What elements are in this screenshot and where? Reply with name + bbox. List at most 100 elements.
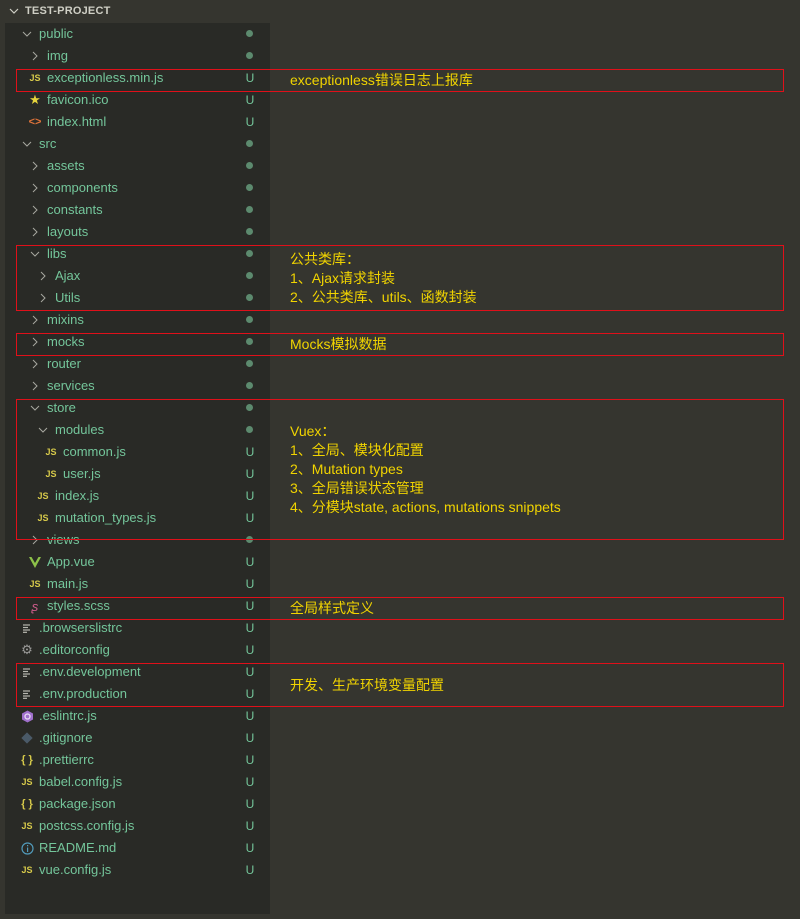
item-name: vue.config.js xyxy=(39,862,112,877)
untracked-status-badge: U xyxy=(245,709,255,723)
star-icon: ★ xyxy=(29,92,41,107)
modified-dot-indicator xyxy=(246,184,253,191)
folder-item[interactable]: router xyxy=(5,353,270,375)
annotation-line: 2、公共类库、utils、函数封装 xyxy=(290,288,477,305)
eslint-icon xyxy=(20,705,34,727)
annotation-note-env: 开发、生产环境变量配置 xyxy=(290,676,444,695)
item-name: .editorconfig xyxy=(39,642,110,657)
annotation-box-styles xyxy=(16,597,784,620)
folder-item[interactable]: assets xyxy=(5,155,270,177)
file-item[interactable]: .eslintrc.js U xyxy=(5,705,270,727)
braces-icon: { } xyxy=(21,754,33,766)
chevron-right-icon[interactable] xyxy=(28,309,42,331)
braces-icon: { } xyxy=(21,798,33,810)
modified-dot-indicator xyxy=(246,162,253,169)
chevron-right-icon[interactable] xyxy=(28,375,42,397)
item-name: .browserslistrc xyxy=(39,620,123,635)
js-icon: JS xyxy=(21,865,33,875)
untracked-status-badge: U xyxy=(245,93,255,107)
annotation-note-styles: 全局样式定义 xyxy=(290,599,374,618)
modified-dot-indicator xyxy=(246,316,253,323)
untracked-status-badge: U xyxy=(245,621,255,635)
modified-dot-indicator xyxy=(246,206,253,213)
untracked-status-badge: U xyxy=(245,555,255,569)
explorer-header[interactable]: TEST-PROJECT xyxy=(0,0,800,22)
chevron-right-icon[interactable] xyxy=(28,353,42,375)
file-item[interactable]: JS vue.config.js U xyxy=(5,859,270,881)
modified-dot-indicator xyxy=(246,30,253,37)
annotation-line: 1、全局、模块化配置 xyxy=(290,442,424,458)
file-item[interactable]: { } package.json U xyxy=(5,793,270,815)
modified-dot-indicator xyxy=(246,52,253,59)
js-icon: JS xyxy=(21,777,33,787)
file-item[interactable]: App.vue U xyxy=(5,551,270,573)
item-name: mixins xyxy=(47,312,84,327)
annotation-line: 2、Mutation types xyxy=(290,461,403,477)
annotation-line: 3、全局错误状态管理 xyxy=(290,480,424,496)
annotation-line: 公共类库： xyxy=(290,250,360,267)
file-item[interactable]: ★ favicon.ico U xyxy=(5,89,270,111)
chevron-right-icon[interactable] xyxy=(28,177,42,199)
annotation-box-mocks xyxy=(16,333,784,356)
chevron-down-icon xyxy=(9,8,19,14)
folder-item[interactable]: layouts xyxy=(5,221,270,243)
annotation-note-exceptionless: exceptionless错误日志上报库 xyxy=(290,71,473,90)
js-icon: JS xyxy=(29,579,41,589)
annotation-line: exceptionless错误日志上报库 xyxy=(290,72,473,88)
item-name: babel.config.js xyxy=(39,774,123,789)
folder-item[interactable]: src xyxy=(5,133,270,155)
js-icon: JS xyxy=(21,821,33,831)
file-item[interactable]: .browserslistrc U xyxy=(5,617,270,639)
item-name: services xyxy=(47,378,95,393)
project-title: TEST-PROJECT xyxy=(25,5,111,17)
html-icon: <> xyxy=(28,116,42,128)
git-icon xyxy=(20,727,34,749)
untracked-status-badge: U xyxy=(245,863,255,877)
file-item[interactable]: JS babel.config.js U xyxy=(5,771,270,793)
untracked-status-badge: U xyxy=(245,731,255,745)
folder-item[interactable]: public xyxy=(5,23,270,45)
file-item[interactable]: README.md U xyxy=(5,837,270,859)
chevron-right-icon[interactable] xyxy=(28,155,42,177)
item-name: package.json xyxy=(39,796,116,811)
item-name: .gitignore xyxy=(39,730,93,745)
item-name: router xyxy=(47,356,81,371)
chevron-down-icon[interactable] xyxy=(20,133,34,155)
chevron-right-icon[interactable] xyxy=(28,45,42,67)
folder-item[interactable]: services xyxy=(5,375,270,397)
item-name: assets xyxy=(47,158,85,173)
folder-item[interactable]: mixins xyxy=(5,309,270,331)
chevron-down-icon[interactable] xyxy=(20,23,34,45)
item-name: main.js xyxy=(47,576,89,591)
chevron-right-icon[interactable] xyxy=(28,221,42,243)
lines-icon xyxy=(20,617,34,639)
chevron-right-icon[interactable] xyxy=(28,199,42,221)
file-item[interactable]: { } .prettierrc U xyxy=(5,749,270,771)
item-name: index.html xyxy=(47,114,107,129)
annotation-line: Vuex： xyxy=(290,423,336,439)
item-name: src xyxy=(39,136,57,151)
file-item[interactable]: JS main.js U xyxy=(5,573,270,595)
item-name: .prettierrc xyxy=(39,752,94,767)
untracked-status-badge: U xyxy=(245,115,255,129)
item-name: layouts xyxy=(47,224,89,239)
item-name: .eslintrc.js xyxy=(39,708,97,723)
item-name: constants xyxy=(47,202,103,217)
file-item[interactable]: <> index.html U xyxy=(5,111,270,133)
modified-dot-indicator xyxy=(246,360,253,367)
folder-item[interactable]: constants xyxy=(5,199,270,221)
item-name: public xyxy=(39,26,73,41)
untracked-status-badge: U xyxy=(245,775,255,789)
folder-item[interactable]: img xyxy=(5,45,270,67)
untracked-status-badge: U xyxy=(245,577,255,591)
annotation-line: 全局样式定义 xyxy=(290,600,374,616)
modified-dot-indicator xyxy=(246,382,253,389)
file-item[interactable]: JS postcss.config.js U xyxy=(5,815,270,837)
untracked-status-badge: U xyxy=(245,841,255,855)
file-item[interactable]: .gitignore U xyxy=(5,727,270,749)
annotation-line: Mocks模拟数据 xyxy=(290,336,387,352)
file-item[interactable]: ⚙ .editorconfig U xyxy=(5,639,270,661)
annotation-line: 4、分模块state, actions, mutations snippets xyxy=(290,499,561,515)
folder-item[interactable]: components xyxy=(5,177,270,199)
modified-dot-indicator xyxy=(246,140,253,147)
